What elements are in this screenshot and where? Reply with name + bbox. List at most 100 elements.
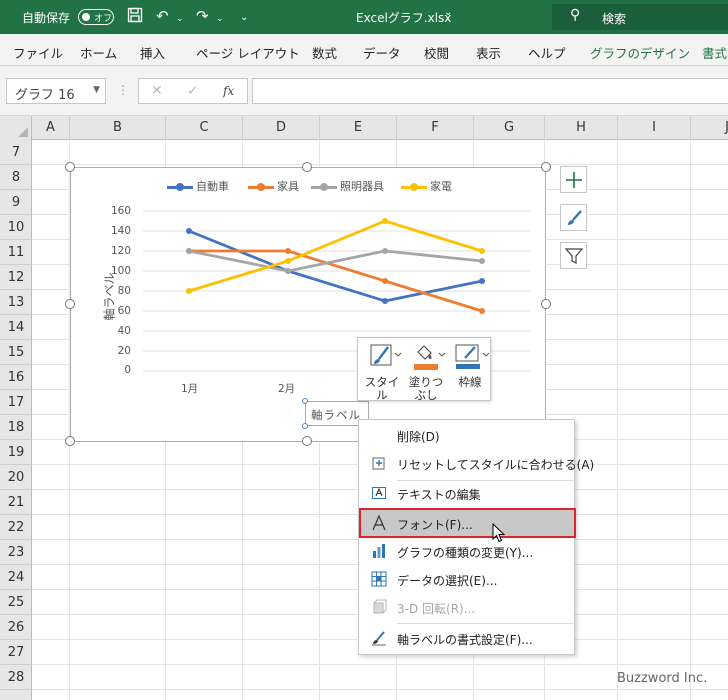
menu-item-format-axis-title[interactable]: 軸ラベルの書式設定(F)... [359, 625, 576, 651]
filename-chevron-icon[interactable]: ⌄ [444, 7, 452, 18]
row-header[interactable]: 22 [0, 515, 32, 540]
data-point[interactable] [285, 268, 291, 274]
row-header[interactable]: 13 [0, 290, 32, 315]
column-header-d[interactable]: D [243, 116, 320, 140]
data-point[interactable] [382, 298, 388, 304]
data-point[interactable] [479, 258, 485, 264]
data-point[interactable] [186, 228, 192, 234]
data-point[interactable] [186, 248, 192, 254]
chart-styles-button[interactable] [560, 204, 587, 231]
column-header-e[interactable]: E [320, 116, 397, 140]
data-point[interactable] [285, 248, 291, 254]
data-point[interactable] [382, 248, 388, 254]
redo-icon[interactable]: ↷ [196, 7, 209, 25]
menu-item-label: テキストの編集 [397, 488, 481, 502]
data-point[interactable] [479, 278, 485, 284]
tab-insert[interactable]: 挿入 [140, 43, 165, 62]
search-box[interactable]: ⚲ 検索 [552, 4, 728, 30]
cancel-icon[interactable]: ✕ [151, 83, 163, 99]
column-header-h[interactable]: H [545, 116, 618, 140]
row-header[interactable]: 15 [0, 340, 32, 365]
tab-help[interactable]: ヘルプ [528, 43, 566, 62]
resize-handle[interactable] [65, 436, 75, 446]
row-header[interactable]: 18 [0, 415, 32, 440]
row-header[interactable]: 10 [0, 215, 32, 240]
drag-handle-icon[interactable]: ⋮ [117, 83, 129, 97]
autosave-toggle[interactable]: オフ [78, 9, 114, 25]
tab-view[interactable]: 表示 [476, 43, 501, 62]
tab-home[interactable]: ホーム [80, 43, 117, 62]
row-header[interactable]: 28 [0, 665, 32, 690]
column-header-a[interactable]: A [32, 116, 70, 140]
tab-chart-design[interactable]: グラフのデザイン [590, 43, 690, 62]
series-line-2[interactable] [188, 249, 483, 273]
column-header-b[interactable]: B [70, 116, 166, 140]
row-header[interactable]: 20 [0, 465, 32, 490]
formula-input[interactable] [252, 78, 728, 104]
selection-handle[interactable] [302, 398, 308, 404]
row-header[interactable]: 11 [0, 240, 32, 265]
resize-handle[interactable] [541, 162, 551, 172]
row-header[interactable]: 9 [0, 190, 32, 215]
row-header[interactable]: 12 [0, 265, 32, 290]
chart-filters-button[interactable] [560, 242, 587, 269]
row-header[interactable]: 16 [0, 365, 32, 390]
resize-handle[interactable] [302, 436, 312, 446]
fill-button[interactable]: 塗りつ ぶし [406, 342, 446, 402]
data-point[interactable] [382, 278, 388, 284]
menu-item-change-chart-type[interactable]: グラフの種類の変更(Y)... [359, 538, 576, 564]
chart-elements-button[interactable] [560, 166, 587, 193]
menu-item-select-data[interactable]: データの選択(E)... [359, 566, 576, 592]
row-header[interactable]: 25 [0, 590, 32, 615]
outline-button[interactable]: 枠線 [450, 342, 490, 400]
tab-formulas[interactable]: 数式 [312, 43, 337, 62]
insert-function-icon[interactable]: fx [223, 84, 234, 98]
column-header-j[interactable]: J [691, 116, 728, 140]
row-header[interactable]: 19 [0, 440, 32, 465]
data-point[interactable] [479, 248, 485, 254]
row-header[interactable]: 23 [0, 540, 32, 565]
column-header-c[interactable]: C [166, 116, 243, 140]
resize-handle[interactable] [302, 162, 312, 172]
column-header-g[interactable]: G [474, 116, 545, 140]
data-point[interactable] [382, 218, 388, 224]
3d-rotation-icon [373, 599, 387, 614]
redo-dropdown-icon[interactable]: ⌄ [216, 10, 224, 28]
data-point[interactable] [285, 258, 291, 264]
enter-icon[interactable]: ✓ [187, 83, 199, 99]
menu-item-edit-text[interactable]: テキストの編集 [359, 480, 576, 506]
name-box[interactable]: グラフ 16 ▼ [6, 78, 106, 104]
tab-review[interactable]: 校閲 [424, 43, 449, 62]
row-header[interactable]: 7 [0, 140, 32, 165]
customize-qat-icon[interactable]: ⌄ [240, 9, 248, 27]
undo-dropdown-icon[interactable]: ⌄ [176, 10, 184, 28]
row-header[interactable]: 24 [0, 565, 32, 590]
tab-file[interactable]: ファイル [13, 43, 63, 62]
tab-format[interactable]: 書式 [702, 43, 727, 62]
data-point[interactable] [186, 288, 192, 294]
tab-data[interactable]: データ [363, 43, 401, 62]
menu-item-font[interactable]: フォント(F)... [359, 508, 576, 538]
undo-icon[interactable]: ↶ [156, 7, 169, 25]
x-tick-label: 2月 [278, 383, 296, 395]
style-button[interactable]: スタイル [362, 342, 402, 402]
selection-handle[interactable] [302, 423, 308, 429]
row-header[interactable]: 26 [0, 615, 32, 640]
data-point[interactable] [479, 308, 485, 314]
row-header[interactable]: 27 [0, 640, 32, 665]
resize-handle[interactable] [65, 299, 75, 309]
column-header-i[interactable]: I [618, 116, 691, 140]
tab-page-layout[interactable]: ページ レイアウト [196, 43, 300, 62]
row-header[interactable]: 8 [0, 165, 32, 190]
menu-item-reset-style[interactable]: リセットしてスタイルに合わせる(A) [359, 450, 594, 476]
resize-handle[interactable] [541, 299, 551, 309]
column-header-f[interactable]: F [397, 116, 474, 140]
resize-handle[interactable] [65, 162, 75, 172]
row-header[interactable]: 14 [0, 315, 32, 340]
row-header[interactable]: 21 [0, 490, 32, 515]
select-all-button[interactable] [0, 116, 32, 140]
name-box-dropdown-icon[interactable]: ▼ [93, 85, 100, 95]
row-header[interactable]: 17 [0, 390, 32, 415]
save-icon[interactable] [127, 7, 143, 27]
menu-item-delete[interactable]: 削除(D) [359, 422, 576, 448]
